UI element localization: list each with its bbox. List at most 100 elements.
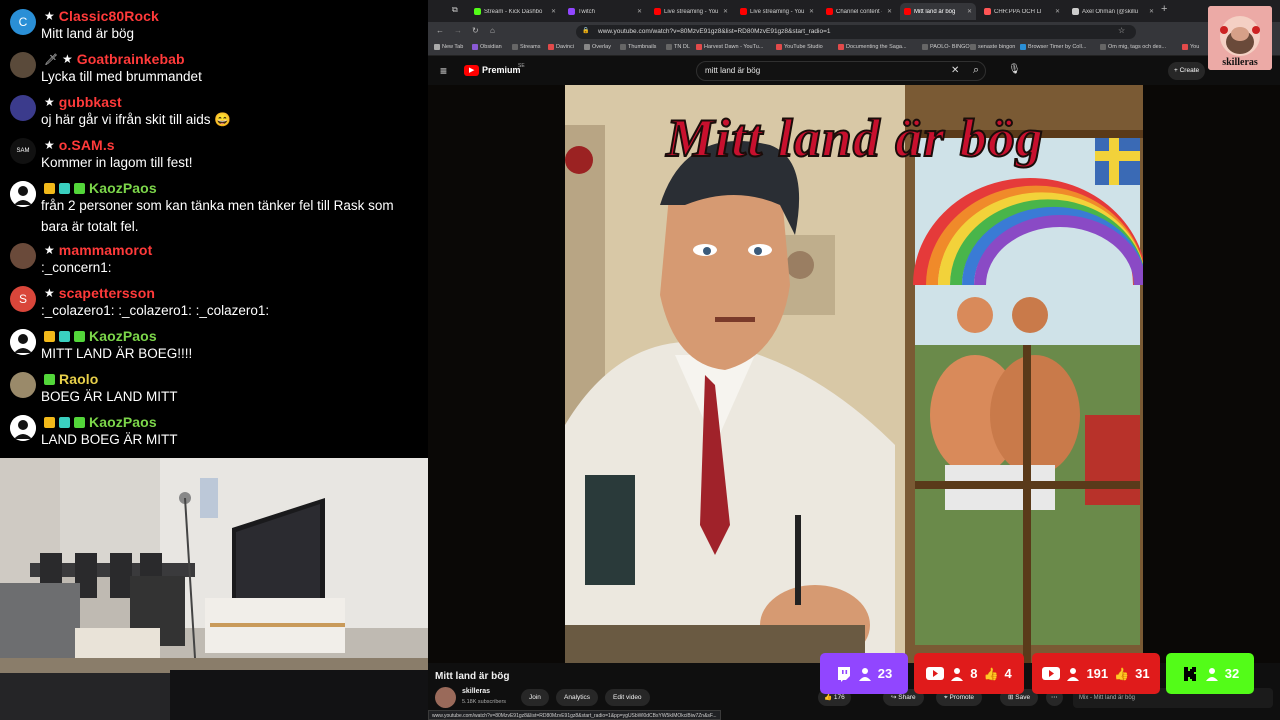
tab-close-icon[interactable]: ✕	[1055, 8, 1060, 15]
viewers-person-icon	[950, 667, 964, 681]
edit-video-button[interactable]: Edit video	[605, 689, 650, 706]
chat-message-text: från 2 personer som kan tänka men tänker…	[41, 198, 394, 234]
bookmark-icon	[922, 44, 928, 50]
browser-tab[interactable]: Live streaming - YouT ✕	[650, 3, 732, 20]
chat-avatar[interactable]	[10, 181, 36, 207]
star-badge-icon: ★	[44, 243, 55, 257]
bookmark-label: You	[1190, 44, 1200, 50]
bookmark-item[interactable]: PAOLO- BINGO	[922, 44, 970, 50]
chat-username[interactable]: scapettersson	[59, 285, 155, 301]
webcam-feed	[0, 458, 428, 720]
bookmark-item[interactable]: YouTube Studio	[776, 44, 823, 50]
tab-close-icon[interactable]: ✕	[723, 8, 728, 15]
tab-close-icon[interactable]: ✕	[551, 8, 556, 15]
bookmark-item[interactable]: Streams	[512, 44, 540, 50]
tab-close-icon[interactable]: ✕	[967, 8, 972, 15]
chat-avatar[interactable]	[10, 415, 36, 441]
bookmark-item[interactable]: Obsidian	[472, 44, 502, 50]
crown-badge-icon	[44, 330, 55, 342]
gift-badge-icon	[74, 330, 85, 342]
status-bar-url: www.youtube.com/watch?v=80MzvE91gz8&list…	[428, 710, 721, 720]
chat-username[interactable]: gubbkast	[59, 94, 122, 110]
chat-avatar[interactable]: SAM	[10, 138, 36, 164]
chat-username[interactable]: Goatbrainkebab	[77, 51, 185, 67]
bookmark-item[interactable]: New Tab	[434, 44, 463, 50]
chat-username[interactable]: mammamorot	[59, 242, 153, 258]
star-badge-icon: ★	[44, 95, 55, 109]
analytics-button[interactable]: Analytics	[556, 689, 599, 706]
search-input[interactable]: mitt land är bög	[696, 61, 986, 81]
chat-username[interactable]: KaozPaos	[89, 414, 157, 430]
chat-avatar[interactable]: S	[10, 286, 36, 312]
bookmark-item[interactable]: Thumbnails	[620, 44, 656, 50]
chat-username[interactable]: KaozPaos	[89, 180, 157, 196]
chat-avatar[interactable]	[10, 372, 36, 398]
chat-avatar[interactable]: C	[10, 9, 36, 35]
tab-favicon-icon	[654, 8, 661, 15]
search-icon[interactable]: ⌕	[973, 64, 979, 77]
bookmark-icon	[838, 44, 844, 50]
bookmark-item[interactable]: Davinci	[548, 44, 574, 50]
bookmark-icon	[776, 44, 782, 50]
bookmark-item[interactable]: Browser Timer by Coll...	[1020, 44, 1086, 50]
tab-close-icon[interactable]: ✕	[809, 8, 814, 15]
chat-message-text: MITT LAND ÄR BOEG!!!!	[41, 346, 193, 361]
browser-tab[interactable]: Stream - Kick Dashbo ✕	[470, 3, 560, 20]
chat-username[interactable]: Classic80Rock	[59, 8, 159, 24]
home-icon[interactable]: ⌂	[490, 26, 495, 35]
video-player[interactable]: Mitt land är bög	[428, 85, 1280, 663]
browser-tab[interactable]: Mitt land är bög ✕	[900, 3, 976, 20]
create-button[interactable]: + Create	[1168, 62, 1206, 80]
browser-tab[interactable]: CHR:PPA OCH LI ✕	[980, 3, 1064, 20]
youtube-icon	[926, 667, 945, 680]
back-icon[interactable]: ←	[436, 26, 444, 35]
bookmark-item[interactable]: senaste bingon	[970, 44, 1015, 50]
new-tab-icon[interactable]: +	[1161, 3, 1167, 15]
viewers-person-icon	[1205, 667, 1219, 681]
tab-favicon-icon	[474, 8, 481, 15]
address-bar[interactable]: www.youtube.com/watch?v=80MzvE91gz8&list…	[576, 25, 1136, 39]
bookmark-item[interactable]: You	[1182, 44, 1199, 50]
tab-actions-icon[interactable]: ⧉	[452, 5, 458, 15]
browser-tab[interactable]: Axel Öhman (@skillu ✕	[1068, 3, 1158, 20]
bookmark-item[interactable]: Harvest Dawn - YouTu...	[696, 44, 763, 50]
bookmark-icon	[1182, 44, 1188, 50]
forward-icon[interactable]: →	[454, 26, 462, 35]
bookmark-label: Obsidian	[480, 44, 502, 50]
bookmark-item[interactable]: Documenting the Saga...	[838, 44, 907, 50]
chat-message: ★ gubbkast oj här går vi ifrån skit till a…	[0, 92, 428, 134]
browser-tab[interactable]: Twitch ✕	[564, 3, 646, 20]
chat-message-text: :_colazero1: :_colazero1: :_colazero1:	[41, 303, 270, 318]
chat-message: KaozPaos LAND BOEG ÄR MITT	[0, 412, 428, 454]
save-label: Save	[1015, 694, 1031, 701]
bookmark-icon	[696, 44, 702, 50]
chat-avatar[interactable]	[10, 95, 36, 121]
chat-username[interactable]: KaozPaos	[89, 328, 157, 344]
bookmark-item[interactable]: Overlay	[584, 44, 611, 50]
tab-close-icon[interactable]: ✕	[887, 8, 892, 15]
viewer-count-pill-kick: 32	[1166, 653, 1254, 694]
clear-search-icon[interactable]: ✕	[951, 65, 959, 76]
chat-avatar[interactable]	[10, 329, 36, 355]
browser-tab[interactable]: Channel content - You ✕	[822, 3, 896, 20]
bookmark-item[interactable]: TN DL	[666, 44, 690, 50]
microphone-icon[interactable]: 🎙	[1008, 64, 1021, 75]
browser-tab[interactable]: Live streaming - YouT ✕	[736, 3, 818, 20]
tab-close-icon[interactable]: ✕	[637, 8, 642, 15]
channel-name[interactable]: skilleras	[462, 688, 490, 695]
streamer-logo: skilleras	[1208, 6, 1272, 70]
bookmark-star-icon[interactable]: ☆	[1118, 26, 1125, 35]
chat-avatar[interactable]	[10, 52, 36, 78]
tab-close-icon[interactable]: ✕	[1149, 8, 1154, 15]
chat-username[interactable]: o.SAM.s	[59, 137, 115, 153]
sword-badge-icon: 🗡	[44, 53, 58, 66]
viewer-count-pill-twitch: 23	[820, 653, 908, 694]
bookmark-item[interactable]: Om mig, tags och des...	[1100, 44, 1166, 50]
reload-icon[interactable]: ↻	[472, 26, 479, 35]
chat-username[interactable]: Raolo	[59, 371, 98, 387]
mix-playlist-title: Mix - Mitt land är bög	[1079, 695, 1136, 701]
channel-avatar[interactable]	[435, 687, 456, 708]
chat-avatar[interactable]	[10, 243, 36, 269]
menu-icon[interactable]: ≡	[440, 64, 447, 78]
join-button[interactable]: Join	[521, 689, 549, 706]
